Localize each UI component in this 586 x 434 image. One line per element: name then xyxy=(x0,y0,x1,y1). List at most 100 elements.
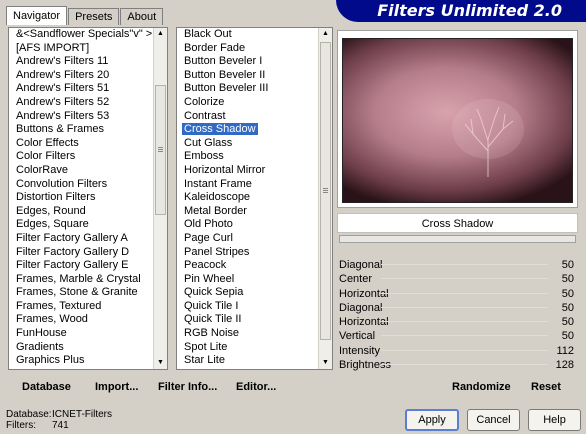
filter-item[interactable]: Horizontal Mirror xyxy=(177,164,318,178)
tab-presets[interactable]: Presets xyxy=(68,8,120,25)
category-item[interactable]: Frames, Marble & Crystal xyxy=(9,273,153,287)
param-row[interactable]: Horizontal 50 xyxy=(337,287,578,301)
filter-item[interactable]: Emboss xyxy=(177,150,318,164)
filter-item[interactable]: Instant Frame xyxy=(177,178,318,192)
reset-button[interactable]: Reset xyxy=(531,380,561,394)
filter-item[interactable]: Spot Lite xyxy=(177,341,318,355)
param-label: Vertical xyxy=(339,330,376,343)
category-item[interactable]: Gradients xyxy=(9,341,153,355)
param-slider[interactable] xyxy=(381,264,548,265)
preview-zoom-slider[interactable] xyxy=(339,235,576,243)
param-slider[interactable] xyxy=(381,306,548,308)
scroll-thumb[interactable] xyxy=(320,42,331,340)
category-item[interactable]: Andrew's Filters 11 xyxy=(9,55,153,69)
filter-scrollbar[interactable]: ▲ ▼ xyxy=(318,28,332,369)
filter-item[interactable]: Pin Wheel xyxy=(177,273,318,287)
filter-item[interactable]: Star Lite xyxy=(177,354,318,368)
param-value: 50 xyxy=(561,259,574,271)
category-list[interactable]: &<Sandflower Specials"v" > [AFS IMPORT] … xyxy=(9,28,153,369)
randomize-button[interactable]: Randomize xyxy=(452,380,511,394)
cancel-button[interactable]: Cancel xyxy=(467,409,520,431)
filter-item[interactable]: Quick Sepia xyxy=(177,286,318,300)
param-slider[interactable] xyxy=(381,292,548,294)
filter-name-display: Cross Shadow xyxy=(337,213,578,233)
param-row[interactable]: Diagonal 50 xyxy=(337,258,578,272)
category-item[interactable]: Filter Factory Gallery A xyxy=(9,232,153,246)
category-item[interactable]: &<Sandflower Specials"v" > xyxy=(9,28,153,42)
category-item[interactable]: Color Effects xyxy=(9,137,153,151)
filter-item[interactable]: Quick Tile II xyxy=(177,313,318,327)
category-item[interactable]: Andrew's Filters 52 xyxy=(9,96,153,110)
category-item[interactable]: Buttons & Frames xyxy=(9,123,153,137)
filter-item[interactable]: Kaleidoscope xyxy=(177,191,318,205)
param-row[interactable]: Diagonal 50 xyxy=(337,301,578,315)
category-item[interactable]: Frames, Textured xyxy=(9,300,153,314)
filter-item[interactable]: Button Beveler III xyxy=(177,82,318,96)
preview-image xyxy=(342,38,573,203)
param-row[interactable]: Intensity 112 xyxy=(337,344,578,358)
category-item[interactable]: FunHouse xyxy=(9,327,153,341)
tab-about[interactable]: About xyxy=(120,8,164,25)
param-row[interactable]: Horizontal 50 xyxy=(337,315,578,329)
category-item[interactable]: Andrew's Filters 53 xyxy=(9,110,153,124)
category-item[interactable]: Color Filters xyxy=(9,150,153,164)
category-item[interactable]: Distortion Filters xyxy=(9,191,153,205)
category-item[interactable]: Frames, Wood xyxy=(9,313,153,327)
filter-item[interactable]: Cut Glass xyxy=(177,137,318,151)
param-row[interactable]: Brightness 128 xyxy=(337,358,578,372)
param-slider[interactable] xyxy=(381,364,548,366)
filter-item[interactable]: Old Photo xyxy=(177,218,318,232)
category-item[interactable]: Graphics Plus xyxy=(9,354,153,368)
param-slider[interactable] xyxy=(381,335,548,337)
category-item[interactable]: Filter Factory Gallery D xyxy=(9,246,153,260)
help-button[interactable]: Help xyxy=(528,409,581,431)
scroll-down-arrow-icon[interactable]: ▼ xyxy=(319,357,332,369)
category-item[interactable]: Filter Factory Gallery E xyxy=(9,259,153,273)
filter-list[interactable]: Black Out Border Fade Button Beveler I B… xyxy=(177,28,318,369)
apply-button[interactable]: Apply xyxy=(405,409,459,431)
filter-item[interactable]: Metal Border xyxy=(177,205,318,219)
scroll-up-arrow-icon[interactable]: ▲ xyxy=(154,28,167,40)
database-button[interactable]: Database xyxy=(22,380,71,394)
database-status-label: Database: xyxy=(6,409,52,420)
import-button[interactable]: Import... xyxy=(95,380,138,394)
category-item[interactable]: ColorRave xyxy=(9,164,153,178)
editor-button[interactable]: Editor... xyxy=(236,380,276,394)
param-value: 128 xyxy=(555,359,574,372)
scroll-up-arrow-icon[interactable]: ▲ xyxy=(319,28,332,40)
filter-item[interactable]: Button Beveler I xyxy=(177,55,318,69)
filter-item[interactable]: Peacock xyxy=(177,259,318,273)
filters-status-label: Filters: xyxy=(6,420,36,431)
filter-item-selected[interactable]: Cross Shadow xyxy=(177,123,318,137)
category-item[interactable]: Andrew's Filters 51 xyxy=(9,82,153,96)
filter-item[interactable]: Border Fade xyxy=(177,42,318,56)
category-item[interactable]: Edges, Round xyxy=(9,205,153,219)
filter-item[interactable]: Page Curl xyxy=(177,232,318,246)
category-item[interactable]: Edges, Square xyxy=(9,218,153,232)
tab-navigator[interactable]: Navigator xyxy=(6,6,68,25)
scroll-down-arrow-icon[interactable]: ▼ xyxy=(154,357,167,369)
filter-item[interactable]: Button Beveler II xyxy=(177,69,318,83)
category-item[interactable]: Andrew's Filters 20 xyxy=(9,69,153,83)
param-label: Horizontal xyxy=(339,287,389,300)
filter-item[interactable]: Contrast xyxy=(177,110,318,124)
filter-item[interactable]: Quick Tile I xyxy=(177,300,318,314)
param-value: 50 xyxy=(561,287,574,300)
category-item[interactable]: Frames, Stone & Granite xyxy=(9,286,153,300)
param-label: Brightness xyxy=(339,359,391,372)
scroll-thumb[interactable] xyxy=(155,85,166,215)
category-scrollbar[interactable]: ▲ ▼ xyxy=(153,28,167,369)
param-slider[interactable] xyxy=(381,349,548,351)
filter-item[interactable]: Colorize xyxy=(177,96,318,110)
param-row[interactable]: Vertical 50 xyxy=(337,329,578,343)
category-item[interactable]: Convolution Filters xyxy=(9,178,153,192)
filter-info-button[interactable]: Filter Info... xyxy=(158,380,217,394)
filter-item[interactable]: RGB Noise xyxy=(177,327,318,341)
category-item[interactable]: [AFS IMPORT] xyxy=(9,42,153,56)
param-slider[interactable] xyxy=(381,278,548,280)
filter-item[interactable]: Panel Stripes xyxy=(177,246,318,260)
filter-item[interactable]: Black Out xyxy=(177,28,318,42)
param-row[interactable]: Center 50 xyxy=(337,272,578,286)
param-slider[interactable] xyxy=(381,321,548,323)
filters-status-value: 741 xyxy=(52,420,69,431)
